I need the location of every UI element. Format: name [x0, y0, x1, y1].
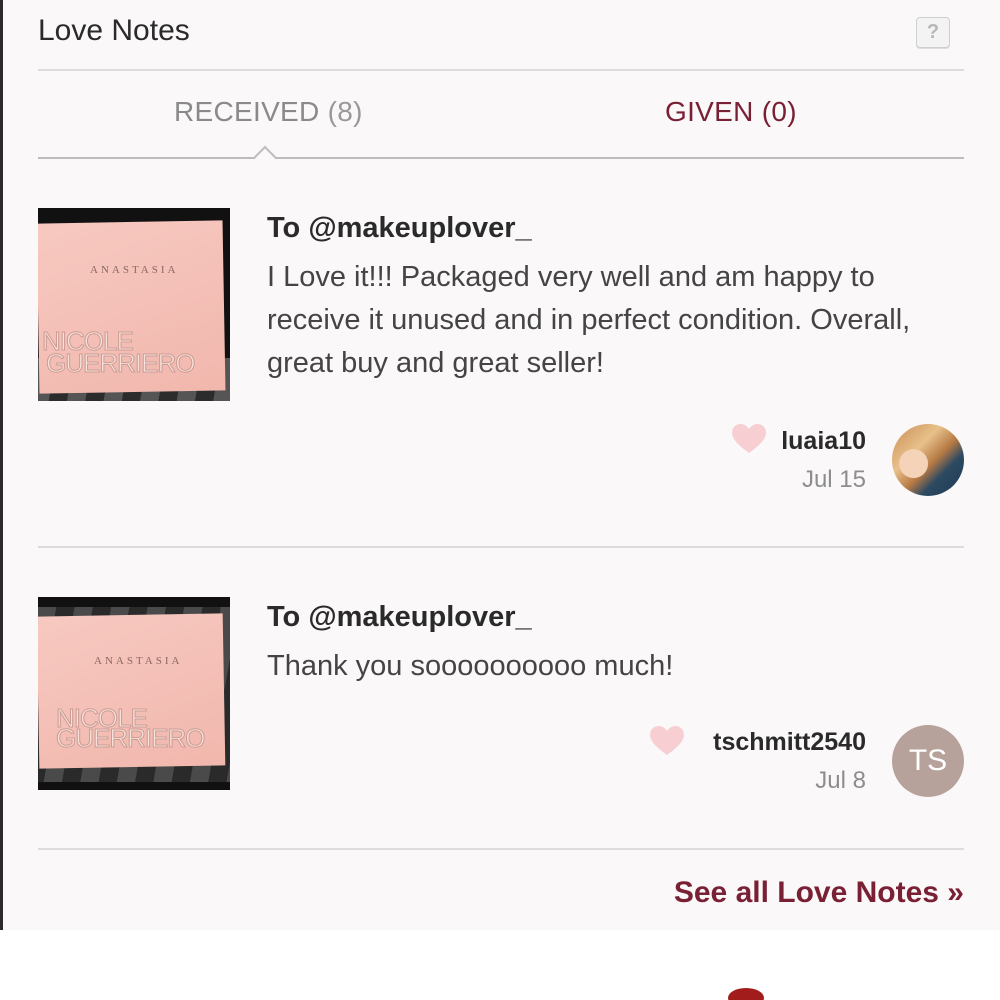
note-divider: [38, 546, 964, 548]
left-edge-divider: [0, 0, 3, 930]
active-tab-indicator: [253, 145, 277, 169]
tab-received[interactable]: RECEIVED (8): [174, 96, 363, 128]
note-date: Jul 8: [815, 767, 866, 794]
note-message: I Love it!!! Packaged very well and am h…: [267, 261, 911, 379]
avatar[interactable]: TS: [892, 725, 964, 797]
avatar[interactable]: [892, 424, 964, 496]
heart-icon: [732, 424, 766, 453]
listing-thumbnail[interactable]: ANASTASIA NICOLE GUERRIERO: [38, 208, 230, 401]
sender-username[interactable]: tschmitt2540: [713, 728, 866, 757]
tab-bar: RECEIVED (8) GIVEN (0): [38, 70, 964, 169]
note-date: Jul 15: [801, 466, 866, 493]
footer-divider: [38, 848, 964, 850]
tab-underline: [38, 157, 964, 159]
thumbnail-name-line2: GUERRIERO: [55, 723, 205, 753]
note-message: Thank you soooooooooo much!: [267, 650, 674, 682]
see-all-love-notes-link[interactable]: See all Love Notes »: [674, 876, 964, 910]
tab-received-count: (8): [327, 96, 363, 127]
tab-given[interactable]: GIVEN (0): [665, 96, 797, 128]
listing-thumbnail[interactable]: ANASTASIA NICOLE GUERRIERO: [38, 597, 230, 790]
sender-username[interactable]: luaia10: [781, 427, 866, 456]
page-background-below: [0, 930, 1000, 1000]
section-title: Love Notes: [38, 14, 190, 47]
note-recipient: To @makeuplover_: [267, 601, 532, 633]
heart-icon: [650, 726, 684, 755]
thumbnail-brand: ANASTASIA: [90, 264, 179, 276]
thumbnail-name-line2: GUERRIERO: [45, 348, 195, 378]
help-button[interactable]: ?: [916, 17, 950, 48]
love-note-item: ANASTASIA NICOLE GUERRIERO To @makeuplov…: [38, 597, 964, 797]
love-notes-panel: Love Notes ? RECEIVED (8) GIVEN (0) ANAS…: [0, 0, 1000, 930]
tab-received-label: RECEIVED: [174, 96, 320, 127]
note-recipient: To @makeuplover_: [267, 212, 532, 244]
love-note-item: ANASTASIA NICOLE GUERRIERO To @makeuplov…: [38, 208, 964, 508]
thumbnail-brand: ANASTASIA: [94, 655, 183, 667]
